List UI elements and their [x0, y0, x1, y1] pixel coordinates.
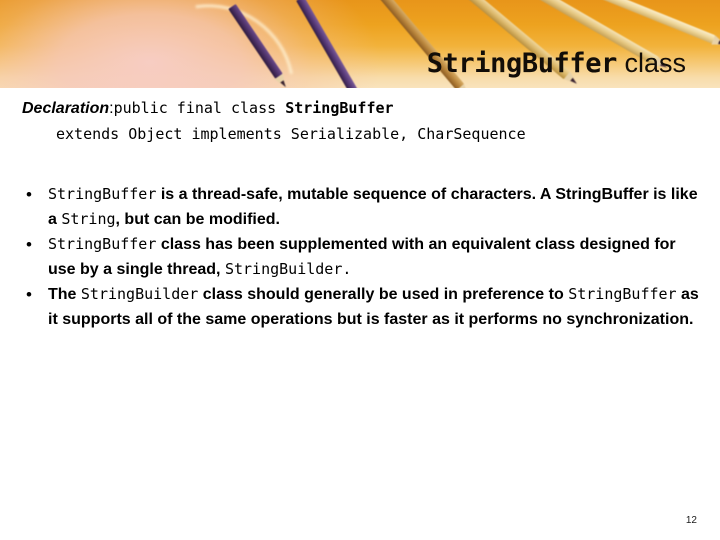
bullet-prose-fragment: , but can be modified. [115, 211, 280, 228]
bullet-marker: • [26, 285, 32, 304]
bullet-text: The StringBuilder class should generally… [48, 285, 699, 328]
bullet-code-fragment: StringBuilder. [224, 260, 352, 278]
slide-banner: StringBuffer class [0, 0, 720, 88]
bullet-prose-fragment: The [48, 286, 81, 303]
bullet-prose-fragment: class should generally be used in prefer… [198, 286, 569, 303]
page-title-class-name: StringBuffer [426, 48, 618, 79]
page-title-suffix: class [616, 48, 686, 78]
list-item: • StringBuffer class has been supplement… [0, 232, 700, 282]
declaration-line-2: extends Object implements Serializable, … [56, 125, 526, 144]
bullet-marker: • [26, 185, 32, 204]
page-title: StringBuffer class [426, 48, 686, 79]
declaration-extends-implements: extends Object implements Serializable, … [56, 125, 526, 143]
declaration-modifiers: public final class [113, 99, 286, 117]
bullet-code-fragment: StringBuffer [48, 235, 157, 253]
bullet-code-fragment: StringBuffer [568, 285, 677, 303]
list-item: • The StringBuilder class should general… [0, 282, 700, 332]
bullet-marker: • [26, 235, 32, 254]
bullet-code-fragment: StringBuffer [48, 185, 157, 203]
bullet-text: StringBuffer is a thread-safe, mutable s… [48, 185, 698, 228]
declaration-class-name: StringBuffer [285, 99, 394, 117]
bullet-code-fragment: String [61, 210, 116, 228]
list-item: • StringBuffer is a thread-safe, mutable… [0, 182, 700, 232]
declaration-label: Declaration [22, 100, 110, 117]
bullet-text: StringBuffer class has been supplemented… [48, 235, 676, 278]
declaration-line-1: Declaration:public final class StringBuf… [22, 99, 394, 118]
bullet-list: • StringBuffer is a thread-safe, mutable… [0, 182, 700, 332]
page-number: 12 [685, 515, 697, 526]
bullet-code-fragment: StringBuilder [80, 285, 199, 303]
